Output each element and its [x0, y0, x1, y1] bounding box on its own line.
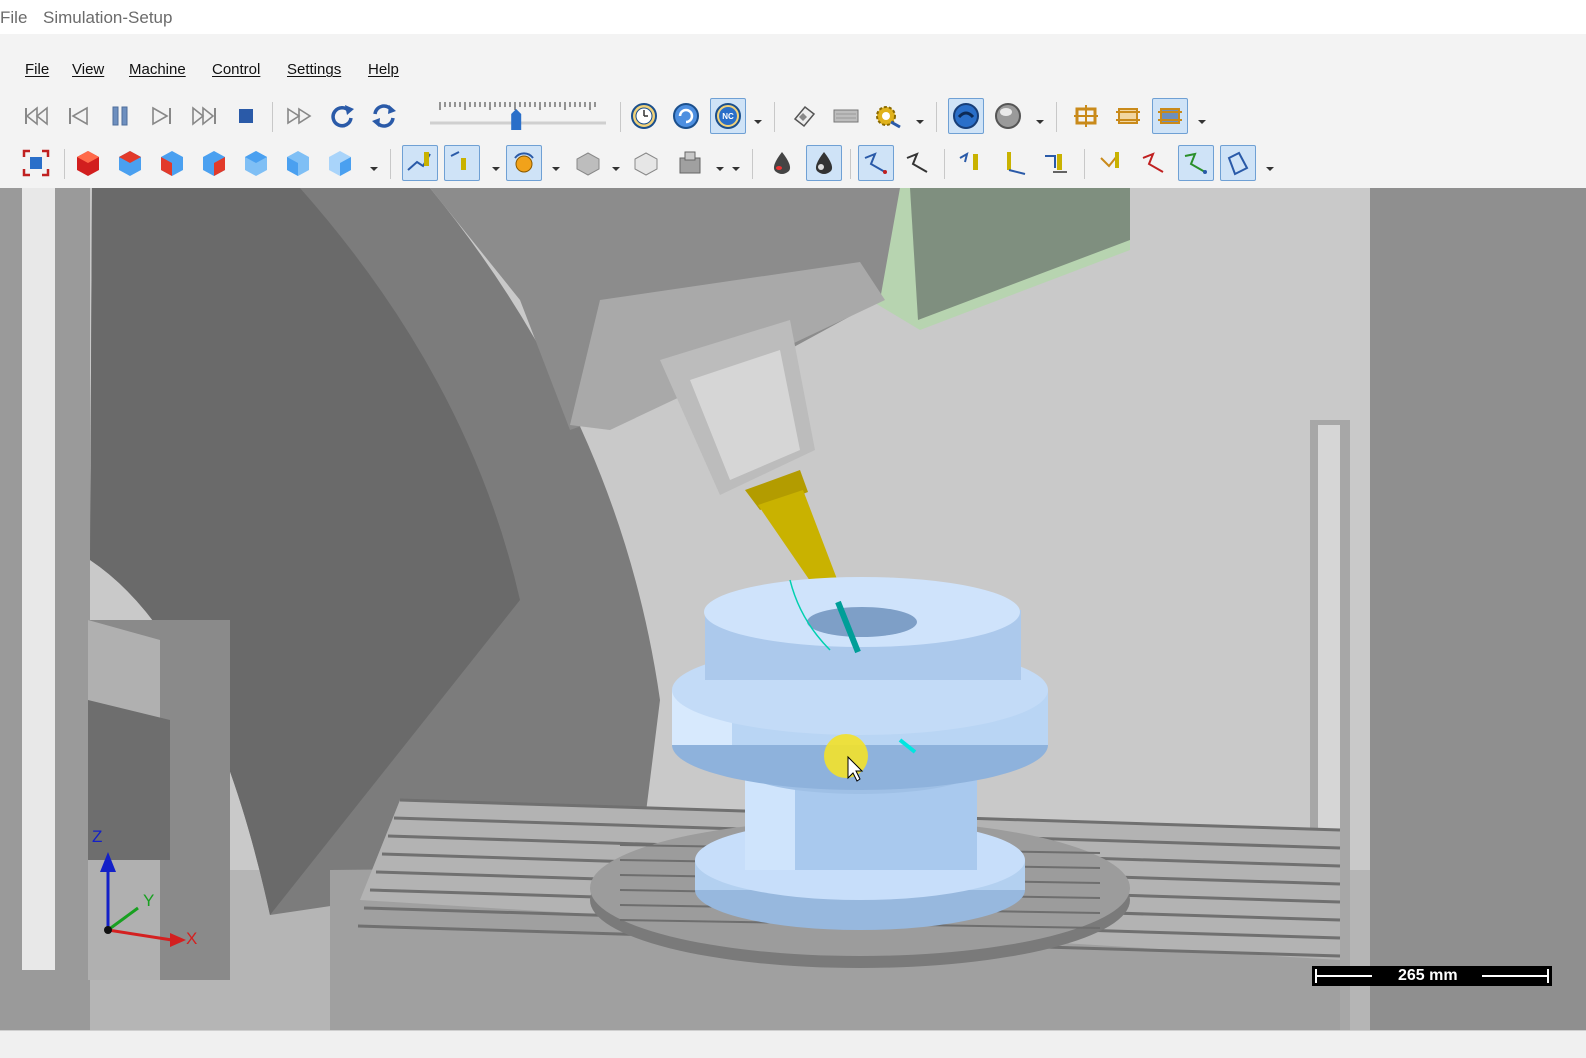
eraser-icon[interactable] — [786, 98, 822, 134]
tool-c-icon[interactable] — [1038, 145, 1074, 181]
step-back-icon[interactable] — [60, 98, 96, 134]
go-to-end-icon[interactable] — [186, 98, 222, 134]
tool-b-icon[interactable] — [996, 145, 1032, 181]
cube-left-icon[interactable] — [196, 145, 232, 181]
axis-y-label: Y — [143, 891, 154, 910]
cube-right-icon[interactable] — [238, 145, 274, 181]
cycle-icon[interactable] — [366, 98, 402, 134]
machine-icon[interactable] — [672, 145, 708, 181]
fast-forward-icon[interactable] — [282, 98, 318, 134]
drop-shade-icon[interactable] — [764, 145, 800, 181]
title-file-menu[interactable]: File — [0, 8, 27, 28]
frame-icon[interactable] — [1068, 98, 1104, 134]
svg-text:NC: NC — [722, 112, 734, 121]
pause-icon[interactable] — [102, 98, 138, 134]
gear-tool-icon[interactable] — [870, 98, 906, 134]
sphere-icon[interactable] — [990, 98, 1026, 134]
path-d-icon[interactable] — [1178, 145, 1214, 181]
cube-top-icon[interactable] — [280, 145, 316, 181]
menu-help[interactable]: Help — [368, 61, 399, 78]
fixture-icon[interactable] — [1110, 98, 1146, 134]
speed-slider[interactable] — [430, 98, 606, 134]
status-bar — [0, 1030, 1586, 1058]
setup-icon[interactable] — [1152, 98, 1188, 134]
path-c-icon[interactable] — [1136, 145, 1172, 181]
menu-bar: File View Machine Control Settings Help — [0, 52, 1586, 86]
path-e-icon[interactable] — [1220, 145, 1256, 181]
path-a-icon[interactable] — [858, 145, 894, 181]
scale-bar: 265 mm — [1312, 966, 1552, 986]
part-icon[interactable] — [628, 145, 664, 181]
fit-view-icon[interactable] — [18, 145, 54, 181]
axis-x-label: X — [186, 929, 197, 948]
stop-icon[interactable] — [228, 98, 264, 134]
rotate-icon[interactable] — [506, 145, 542, 181]
menu-machine[interactable]: Machine — [129, 61, 186, 78]
drop-solid-icon[interactable] — [806, 145, 842, 181]
menu-file[interactable]: File — [25, 61, 49, 78]
path-b-icon[interactable] — [900, 145, 936, 181]
stock-icon[interactable] — [570, 145, 606, 181]
machine-view-icon[interactable] — [948, 98, 984, 134]
tool-path-icon[interactable] — [402, 145, 438, 181]
playback-toolbar: NC — [8, 94, 1578, 138]
tool-icon[interactable] — [444, 145, 480, 181]
speed-slider-thumb[interactable] — [511, 109, 522, 130]
menu-settings[interactable]: Settings — [287, 61, 341, 78]
view-toolbar — [8, 141, 1578, 185]
scale-label: 265 mm — [1398, 967, 1458, 984]
clock-icon[interactable] — [626, 98, 662, 134]
window-title: Simulation-Setup — [43, 8, 173, 27]
title-bar: File Simulation-Setup — [0, 0, 1586, 34]
step-forward-icon[interactable] — [144, 98, 180, 134]
tool-a-icon[interactable] — [954, 145, 990, 181]
rewind-loop-icon[interactable] — [324, 98, 360, 134]
tool-d-icon[interactable] — [1094, 145, 1130, 181]
keyboard-icon[interactable] — [828, 98, 864, 134]
menu-view[interactable]: View — [72, 61, 104, 78]
simulation-viewport[interactable]: Z Y X 265 mm — [0, 188, 1586, 1030]
cube-front-icon[interactable] — [112, 145, 148, 181]
sync-icon[interactable] — [668, 98, 704, 134]
nc-code-icon[interactable]: NC — [710, 98, 746, 134]
menu-control[interactable]: Control — [212, 61, 260, 78]
cube-bottom-icon[interactable] — [322, 145, 358, 181]
cube-iso-icon[interactable] — [70, 145, 106, 181]
axis-z-label: Z — [92, 827, 102, 846]
go-to-start-icon[interactable] — [18, 98, 54, 134]
cube-back-icon[interactable] — [154, 145, 190, 181]
